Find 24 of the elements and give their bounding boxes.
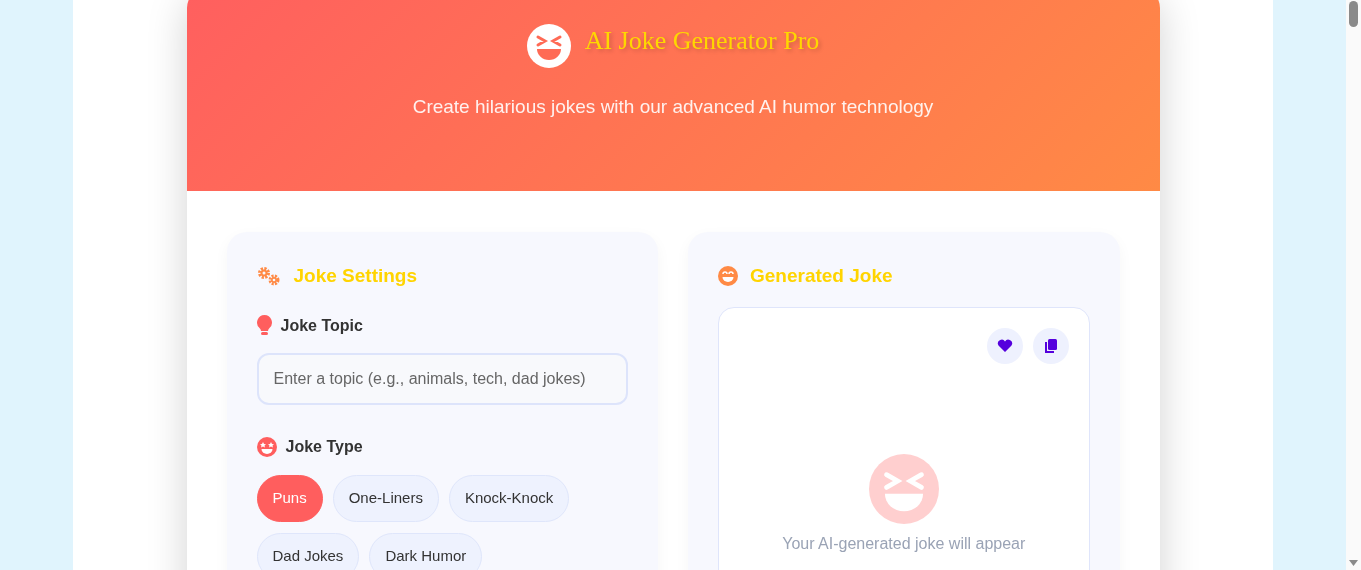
grinning-face-icon (718, 266, 738, 287)
field-label: Joke Topic (280, 315, 363, 336)
copy-icon (1042, 337, 1059, 354)
joke-type-chip[interactable]: Dad Jokes (256, 532, 360, 570)
app-title: AI Joke Generator Pro (584, 24, 820, 57)
joke-type-chip[interactable]: One-Liners (332, 474, 439, 522)
field-label: Joke Type (285, 436, 363, 457)
joke-type-chip[interactable]: Knock-Knock (448, 474, 570, 522)
panel-heading: Generated Joke (750, 264, 893, 288)
scroll-down-icon[interactable] (1349, 560, 1358, 566)
gears-icon (256, 266, 282, 287)
grinning-star-eyes-icon (256, 436, 277, 457)
heart-icon (996, 337, 1013, 354)
scrollbar-thumb[interactable] (1349, 1, 1358, 27)
joke-type-chip[interactable]: Dark Humor (369, 532, 483, 570)
panel-heading: Joke Settings (293, 264, 418, 288)
topic-input[interactable]: Enter a topic (e.g., animals, tech, dad jokes) (256, 352, 628, 405)
laughing-face-icon (868, 453, 939, 524)
laughing-face-icon (526, 24, 571, 68)
favorite-button[interactable] (986, 327, 1023, 364)
empty-message: Your AI-generated joke will appear (782, 533, 1026, 554)
copy-button[interactable] (1032, 327, 1069, 364)
lightbulb-icon (256, 315, 272, 336)
app-subtitle: Create hilarious jokes with our advanced AI humor technology (412, 95, 934, 119)
